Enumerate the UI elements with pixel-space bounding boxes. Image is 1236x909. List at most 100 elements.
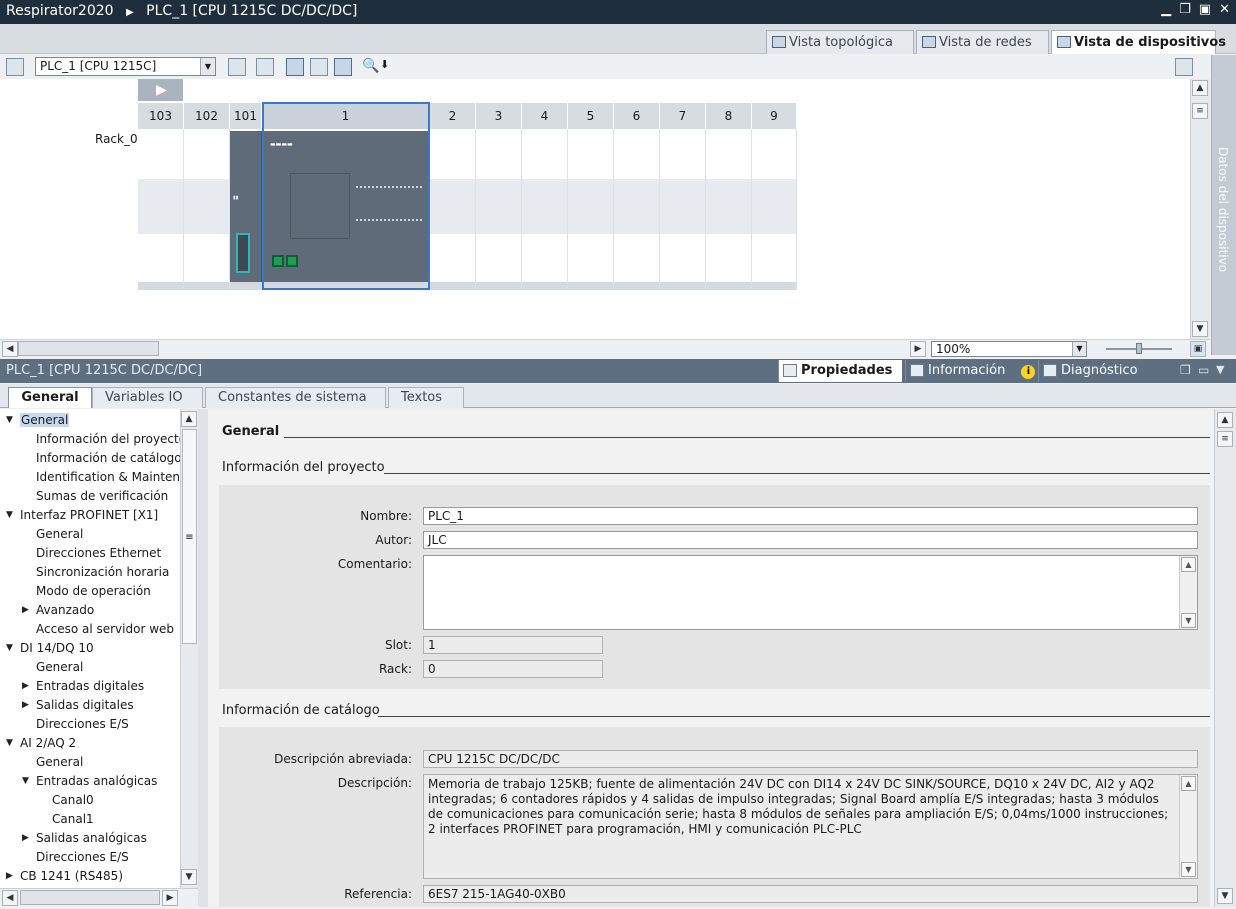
scroll-up-icon[interactable]: ▲ (1192, 80, 1208, 96)
slot-header[interactable]: 6 (614, 103, 660, 129)
empty-slot[interactable] (476, 129, 522, 289)
expanded-arrow-icon[interactable]: ▼ (22, 772, 29, 791)
device-canvas[interactable]: ▶ 103 102 101 1 2 3 4 5 6 7 8 9 Rack_0 ▮… (0, 79, 1210, 339)
chevron-down-icon[interactable]: ▼ (1072, 342, 1086, 356)
slot-header[interactable]: 7 (660, 103, 706, 129)
collapsed-arrow-icon[interactable]: ▶ (22, 677, 29, 696)
tab-network-view[interactable]: Vista de redes (916, 30, 1049, 54)
scroll-down-icon[interactable]: ▼ (1192, 321, 1208, 337)
tree-item[interactable]: Direcciones E/S (36, 848, 129, 867)
empty-slot[interactable] (522, 129, 568, 289)
expanded-arrow-icon[interactable]: ▼ (6, 639, 13, 658)
zoom-select[interactable]: 100% ▼ (931, 341, 1087, 357)
scroll-up-icon[interactable]: ▲ (1181, 776, 1196, 791)
scroll-thumb-icon[interactable]: ≡ (1217, 431, 1233, 447)
device-select[interactable]: PLC_1 [CPU 1215C] ▼ (35, 57, 216, 76)
rack-expand-button[interactable]: ▶ (138, 79, 183, 101)
tree-item[interactable]: ▶ CB 1241 (RS485) (6, 867, 123, 886)
empty-slot[interactable] (568, 129, 614, 289)
subtab-general[interactable]: General (8, 387, 92, 408)
slot-header[interactable]: 9 (752, 103, 797, 129)
maximize-icon[interactable]: ▣ (1199, 2, 1211, 17)
tree-item[interactable]: ▶ Entradas digitales (22, 677, 144, 696)
expanded-arrow-icon[interactable]: ▼ (6, 734, 13, 753)
scroll-up-icon[interactable]: ▲ (1217, 412, 1233, 428)
name-field[interactable]: PLC_1 (423, 507, 1198, 525)
tree-item[interactable]: Canal0 (52, 791, 94, 810)
tree-item[interactable]: ▶ Salidas digitales (22, 696, 134, 715)
tab-diagnostics[interactable]: Diagnóstico (1038, 360, 1162, 382)
collapsed-arrow-icon[interactable]: ▶ (22, 601, 29, 620)
comment-field[interactable]: ▲ ▼ (423, 555, 1198, 630)
panel-restore-icon[interactable]: ❐ (1180, 363, 1191, 377)
rename-icon[interactable] (256, 58, 274, 76)
scroll-thumb-icon[interactable] (20, 890, 160, 905)
tree-item[interactable]: Sincronización horaria (36, 563, 169, 582)
empty-slot[interactable] (614, 129, 660, 289)
expanded-arrow-icon[interactable]: ▼ (6, 411, 13, 430)
properties-tree[interactable]: ▼ General Información del proyecto Informac… (0, 409, 198, 888)
panel-splitter[interactable] (198, 409, 208, 907)
scroll-down-icon[interactable]: ▼ (1217, 888, 1233, 904)
scroll-left-icon[interactable]: ◀ (2, 341, 18, 357)
grid-icon[interactable] (310, 58, 328, 76)
comment-scrollbar[interactable]: ▲ ▼ (1179, 556, 1197, 629)
scroll-left-icon[interactable]: ◀ (2, 890, 18, 906)
tree-item[interactable]: Información de catálogo (36, 449, 182, 468)
scroll-down-icon[interactable]: ▼ (1181, 862, 1196, 877)
tab-information[interactable]: Información i (905, 360, 1036, 382)
tab-topology-view[interactable]: Vista topológica (766, 30, 914, 54)
content-vertical-scrollbar[interactable]: ▲ ≡ ▼ (1214, 409, 1236, 907)
slot-header[interactable]: 102 (184, 103, 230, 129)
tree-vertical-scrollbar[interactable]: ▲ ≡ ▼ (180, 409, 198, 888)
slot-header[interactable]: 101 (230, 103, 262, 129)
network-connect-icon[interactable] (6, 58, 24, 76)
cb-module[interactable]: ▮▮ (230, 131, 262, 282)
zoom-slider-thumb[interactable] (1136, 343, 1142, 354)
overview-icon[interactable] (228, 58, 246, 76)
tree-item[interactable]: Acceso al servidor web (36, 620, 174, 639)
tree-item[interactable]: Direcciones E/S (36, 715, 129, 734)
empty-slot[interactable] (706, 129, 752, 289)
close-icon[interactable]: ✕ (1219, 2, 1230, 17)
tree-item[interactable]: ▼ Entradas analógicas (22, 772, 157, 791)
collapsed-arrow-icon[interactable]: ▶ (22, 829, 29, 848)
tree-item[interactable]: ▼ Interfaz PROFINET [X1] (6, 506, 158, 525)
slot-header[interactable]: 8 (706, 103, 752, 129)
tree-item[interactable]: Modo de operación (36, 582, 151, 601)
tree-item[interactable]: ▼ DI 14/DQ 10 (6, 639, 94, 658)
scroll-right-icon[interactable]: ▶ (910, 341, 926, 357)
chevron-down-icon[interactable]: ▼ (200, 58, 215, 75)
tree-item[interactable]: Identification & Mainten... (36, 468, 191, 487)
tab-properties[interactable]: Propiedades (778, 360, 902, 382)
tree-item[interactable]: Sumas de verificación (36, 487, 168, 506)
zoom-dropdown-icon[interactable]: ⬇ (380, 58, 398, 76)
fit-view-icon[interactable]: ▣ (1190, 341, 1206, 357)
empty-slot[interactable] (430, 129, 476, 289)
empty-slot[interactable] (752, 129, 797, 289)
collapsed-arrow-icon[interactable]: ▶ (22, 696, 29, 715)
tree-horizontal-scrollbar[interactable]: ◀ ▶ (0, 888, 198, 906)
panel-collapse-icon[interactable]: ▼ (1216, 363, 1224, 376)
tree-item[interactable]: General (36, 525, 83, 544)
scroll-thumb-icon[interactable]: ≡ (1192, 103, 1208, 119)
empty-slot[interactable] (138, 129, 184, 289)
description-scrollbar[interactable]: ▲ ▼ (1179, 775, 1197, 878)
empty-slot[interactable] (660, 129, 706, 289)
scroll-up-icon[interactable]: ▲ (1181, 557, 1196, 572)
subtab-system-constants[interactable]: Constantes de sistema (205, 387, 386, 408)
device-data-side-panel[interactable]: Datos del dispositivo (1211, 55, 1236, 355)
scroll-right-icon[interactable]: ▶ (162, 890, 178, 906)
tree-item[interactable]: ▶ Avanzado (22, 601, 94, 620)
panel-minimize-icon[interactable]: ▭ (1198, 363, 1209, 377)
expanded-arrow-icon[interactable]: ▼ (6, 506, 13, 525)
show-module-labels-icon[interactable] (286, 58, 304, 76)
tree-item[interactable]: General (36, 658, 83, 677)
tree-item[interactable]: ▼ General (6, 411, 70, 430)
restore-icon[interactable]: ❐ (1179, 2, 1191, 17)
minimize-icon[interactable]: ▁ (1161, 2, 1171, 17)
slot-header[interactable]: 4 (522, 103, 568, 129)
canvas-vertical-scrollbar[interactable]: ▲ ≡ ▼ (1190, 79, 1210, 339)
tree-item[interactable]: ▶ Salidas analógicas (22, 829, 147, 848)
scroll-down-icon[interactable]: ▼ (1181, 613, 1196, 628)
